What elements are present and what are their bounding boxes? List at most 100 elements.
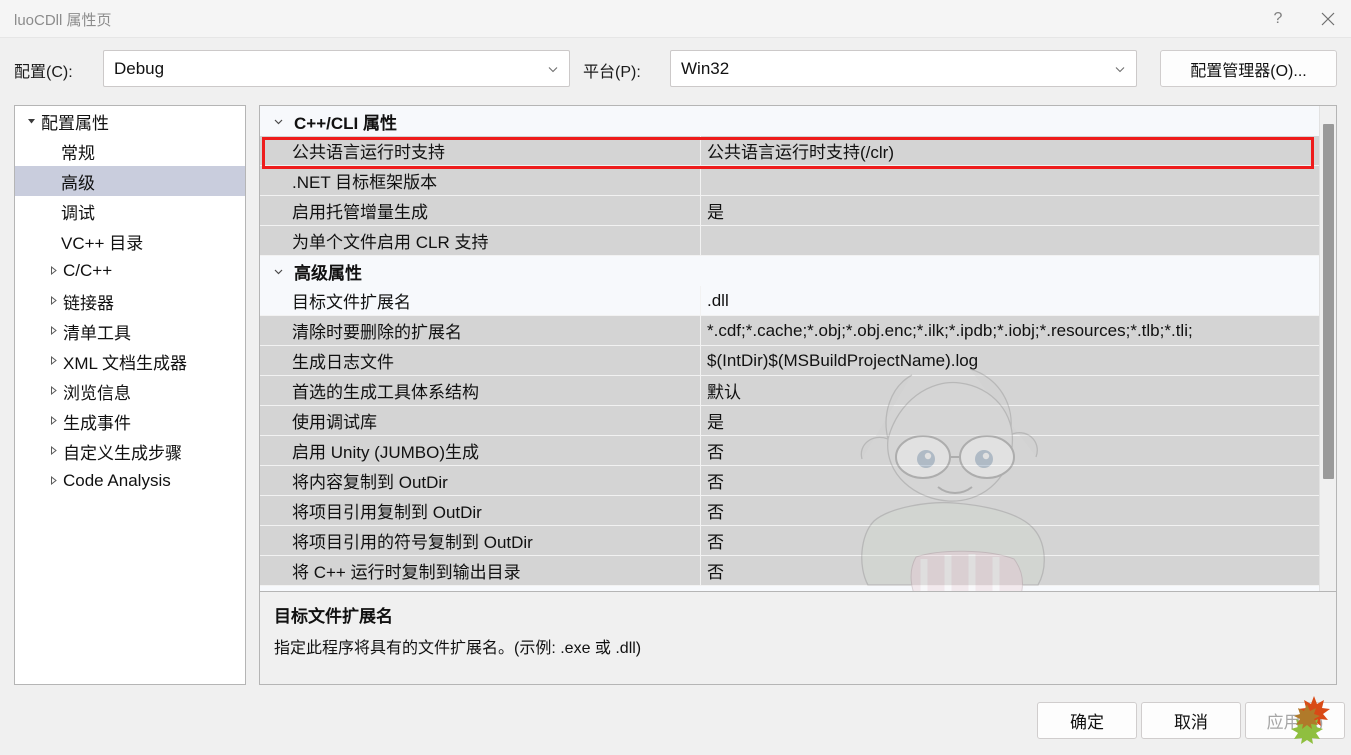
chevron-down-icon bbox=[1114, 63, 1126, 75]
triangle-right-icon[interactable] bbox=[45, 386, 61, 397]
chevron-down-icon[interactable] bbox=[268, 116, 288, 127]
property-value[interactable]: 是 bbox=[701, 406, 1320, 435]
sidebar-item-2[interactable]: 高级 bbox=[15, 166, 245, 196]
property-value[interactable]: *.cdf;*.cache;*.obj;*.obj.enc;*.ilk;*.ip… bbox=[701, 316, 1320, 345]
sidebar-item-label: 调试 bbox=[61, 203, 95, 223]
property-name: 为单个文件启用 CLR 支持 bbox=[260, 226, 701, 255]
help-icon[interactable]: ? bbox=[1255, 0, 1301, 38]
property-name: 使用调试库 bbox=[260, 406, 701, 435]
property-row[interactable]: 目标文件扩展名 .dll bbox=[260, 286, 1320, 316]
triangle-right-icon[interactable] bbox=[45, 446, 61, 457]
property-value[interactable]: 否 bbox=[701, 466, 1320, 495]
sidebar-item-5[interactable]: C/C++ bbox=[15, 256, 245, 286]
property-name: .NET 目标框架版本 bbox=[260, 166, 701, 195]
triangle-right-icon[interactable] bbox=[45, 476, 61, 487]
property-row[interactable]: 生成日志文件 $(IntDir)$(MSBuildProjectName).log bbox=[260, 346, 1320, 376]
sidebar-item-1[interactable]: 常规 bbox=[15, 136, 245, 166]
cancel-button[interactable]: 取消 bbox=[1141, 702, 1241, 739]
description-panel: 目标文件扩展名 指定此程序将具有的文件扩展名。(示例: .exe 或 .dll) bbox=[259, 592, 1337, 685]
property-name: 启用 Unity (JUMBO)生成 bbox=[260, 436, 701, 465]
configuration-value: Debug bbox=[114, 59, 165, 78]
property-value[interactable]: 否 bbox=[701, 496, 1320, 525]
platform-combobox[interactable]: Win32 bbox=[670, 50, 1137, 87]
property-pages-dialog: luoCDll 属性页 ? 配置(C): Debug 平台(P): Win32 … bbox=[0, 0, 1351, 755]
sidebar-item-label: 常规 bbox=[61, 143, 95, 163]
triangle-down-icon[interactable] bbox=[23, 116, 39, 127]
sidebar-item-label: 自定义生成步骤 bbox=[63, 443, 182, 463]
window-title: luoCDll 属性页 bbox=[14, 12, 112, 29]
chevron-down-icon[interactable] bbox=[268, 266, 288, 277]
property-name: 将内容复制到 OutDir bbox=[260, 466, 701, 495]
apply-button[interactable]: 应用(A) bbox=[1245, 702, 1345, 739]
property-category-0[interactable]: C++/CLI 属性 bbox=[260, 106, 1320, 136]
triangle-right-icon[interactable] bbox=[45, 326, 61, 337]
property-value[interactable]: 否 bbox=[701, 556, 1320, 585]
property-name: 生成日志文件 bbox=[260, 346, 701, 375]
sidebar-item-label: 配置属性 bbox=[41, 113, 109, 133]
platform-label: 平台(P): bbox=[583, 64, 641, 81]
sidebar-item-3[interactable]: 调试 bbox=[15, 196, 245, 226]
property-value[interactable]: 公共语言运行时支持(/clr) bbox=[701, 136, 1320, 165]
sidebar-item-8[interactable]: XML 文档生成器 bbox=[15, 346, 245, 376]
property-row[interactable]: 启用托管增量生成是 bbox=[260, 196, 1320, 226]
property-name: 首选的生成工具体系结构 bbox=[260, 376, 701, 405]
property-name: 将项目引用的符号复制到 OutDir bbox=[260, 526, 701, 555]
property-name: 清除时要删除的扩展名 bbox=[260, 316, 701, 345]
sidebar-item-12[interactable]: Code Analysis bbox=[15, 466, 245, 496]
property-name: 公共语言运行时支持 bbox=[260, 136, 701, 165]
triangle-right-icon[interactable] bbox=[45, 416, 61, 427]
scrollbar-thumb[interactable] bbox=[1323, 124, 1334, 479]
property-row[interactable]: 清除时要删除的扩展名 *.cdf;*.cache;*.obj;*.obj.enc;… bbox=[260, 316, 1320, 346]
property-value[interactable] bbox=[701, 166, 1320, 195]
sidebar-item-11[interactable]: 自定义生成步骤 bbox=[15, 436, 245, 466]
configuration-manager-button[interactable]: 配置管理器(O)... bbox=[1160, 50, 1337, 87]
sidebar-item-label: 高级 bbox=[61, 173, 95, 193]
sidebar-item-label: 生成事件 bbox=[63, 413, 131, 433]
chevron-down-icon bbox=[547, 63, 559, 75]
title-bar: luoCDll 属性页 ? bbox=[0, 0, 1351, 38]
property-row[interactable]: 将项目引用复制到 OutDir 否 bbox=[260, 496, 1320, 526]
description-text: 指定此程序将具有的文件扩展名。(示例: .exe 或 .dll) bbox=[274, 640, 642, 657]
ok-button[interactable]: 确定 bbox=[1037, 702, 1137, 739]
property-row[interactable]: 将内容复制到 OutDir 否 bbox=[260, 466, 1320, 496]
property-value[interactable]: 否 bbox=[701, 526, 1320, 555]
sidebar-item-7[interactable]: 清单工具 bbox=[15, 316, 245, 346]
property-row[interactable]: 启用 Unity (JUMBO)生成否 bbox=[260, 436, 1320, 466]
sidebar-item-6[interactable]: 链接器 bbox=[15, 286, 245, 316]
property-category-label: C++/CLI 属性 bbox=[294, 113, 397, 133]
sidebar-item-label: 浏览信息 bbox=[63, 383, 131, 403]
property-row[interactable]: .NET 目标框架版本 bbox=[260, 166, 1320, 196]
property-value[interactable]: $(IntDir)$(MSBuildProjectName).log bbox=[701, 346, 1320, 375]
vertical-scrollbar[interactable] bbox=[1319, 106, 1336, 591]
property-row[interactable]: 为单个文件启用 CLR 支持 bbox=[260, 226, 1320, 256]
property-grid[interactable]: C++/CLI 属性公共语言运行时支持 公共语言运行时支持(/clr) .NET 目… bbox=[259, 105, 1337, 592]
property-name: 目标文件扩展名 bbox=[260, 286, 701, 315]
property-value[interactable]: 否 bbox=[701, 436, 1320, 465]
close-icon[interactable] bbox=[1305, 0, 1351, 38]
sidebar-item-9[interactable]: 浏览信息 bbox=[15, 376, 245, 406]
sidebar-item-4[interactable]: VC++ 目录 bbox=[15, 226, 245, 256]
property-value[interactable]: 是 bbox=[701, 196, 1320, 225]
triangle-right-icon[interactable] bbox=[45, 266, 61, 277]
sidebar-item-label: C/C++ bbox=[63, 261, 113, 280]
triangle-right-icon[interactable] bbox=[45, 356, 61, 367]
configuration-label: 配置(C): bbox=[14, 64, 73, 81]
sidebar-item-label: XML 文档生成器 bbox=[63, 353, 188, 373]
property-row[interactable]: 将项目引用的符号复制到 OutDir 否 bbox=[260, 526, 1320, 556]
property-row[interactable]: 公共语言运行时支持 公共语言运行时支持(/clr) bbox=[260, 136, 1320, 166]
triangle-right-icon[interactable] bbox=[45, 296, 61, 307]
property-name: 将项目引用复制到 OutDir bbox=[260, 496, 701, 525]
sidebar-item-0[interactable]: 配置属性 bbox=[15, 106, 245, 136]
sidebar-item-label: Code Analysis bbox=[63, 471, 171, 490]
property-category-1[interactable]: 高级属性 bbox=[260, 256, 1320, 286]
property-row[interactable]: 使用调试库是 bbox=[260, 406, 1320, 436]
property-value[interactable] bbox=[701, 226, 1320, 255]
property-value[interactable]: 默认 bbox=[701, 376, 1320, 405]
sidebar-item-10[interactable]: 生成事件 bbox=[15, 406, 245, 436]
property-value[interactable]: .dll bbox=[701, 286, 1320, 315]
property-row[interactable]: 将 C++ 运行时复制到输出目录否 bbox=[260, 556, 1320, 586]
sidebar-item-label: 链接器 bbox=[63, 293, 114, 313]
configuration-combobox[interactable]: Debug bbox=[103, 50, 570, 87]
property-tree[interactable]: 配置属性常规高级调试 VC++ 目录 C/C++ 链接器清单工具 XML 文档生成器 浏览… bbox=[14, 105, 246, 685]
property-row[interactable]: 首选的生成工具体系结构 默认 bbox=[260, 376, 1320, 406]
